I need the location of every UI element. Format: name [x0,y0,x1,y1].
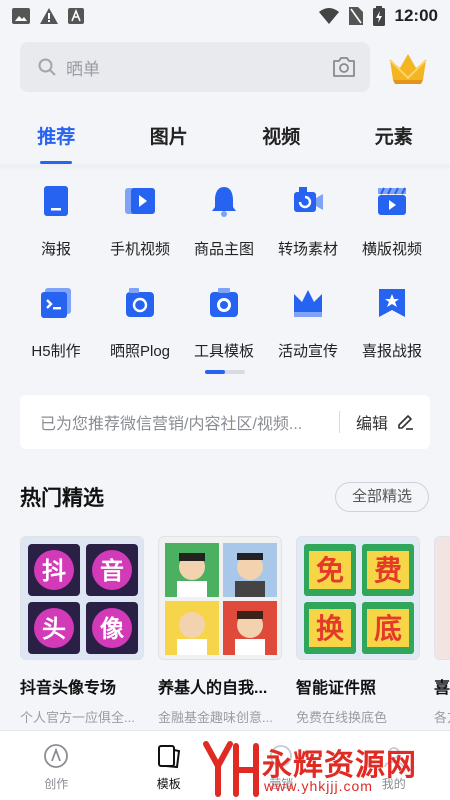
divider [338,411,340,433]
douyin-avatar-thumbnail: 抖 音 头 像 [21,537,143,659]
card-thumbnail: 免 费 换 底 [296,536,420,660]
category-poster[interactable]: 海报 [14,170,98,272]
pager-indicator [205,370,225,374]
tab-images[interactable]: 图片 [113,112,226,164]
category-label: 海报 [40,241,71,258]
category-event-promo[interactable]: 活动宣传 [266,272,350,374]
featured-list: 抖 音 头 像 抖音头像专场 个人官方一应俱全... 养基人的自我... 金融基… [20,536,450,726]
warning-icon [40,8,58,24]
card-title: 养基人的自我... [158,680,268,697]
category-label: 工具模板 [193,343,254,360]
category-label: 晒照Plog [109,343,171,360]
h5-icon [41,288,71,318]
category-label: 手机视频 [109,241,170,258]
category-row: 海报 手机视频 商品主图 转场素材 横版视频 [0,170,450,272]
gallery-notification-icon [12,8,30,24]
category-h5[interactable]: H5制作 [14,272,98,374]
category-grid: 海报 手机视频 商品主图 转场素材 横版视频 H5制作 晒照Plog 工具模板 … [0,170,450,374]
bell-icon [212,187,236,217]
edit-button[interactable]: 编辑 [356,410,414,434]
all-picks-button[interactable]: 全部精选 [335,482,429,512]
vip-crown-icon[interactable] [388,48,428,86]
status-bar: 12:00 [0,0,450,32]
card-title: 智能证件照 [296,680,377,697]
category-label: 喜报战报 [361,343,422,360]
category-label: 转场素材 [277,241,338,258]
category-plog[interactable]: 晒照Plog [98,272,182,374]
watermark: 永辉资源网 www.yhkjjj.com [200,740,450,800]
thumb-char: 免 [316,554,344,587]
category-phone-video[interactable]: 手机视频 [98,170,182,272]
battery-icon [372,6,385,26]
recommend-bar: 已为您推荐微信营销/内容社区/视频... 编辑 [20,395,430,449]
tab-recommend[interactable]: 推荐 [0,112,113,164]
watermark-url: www.yhkjjj.com [264,778,373,794]
category-product-image[interactable]: 商品主图 [182,170,266,272]
no-sim-icon [348,7,363,25]
wifi-icon [318,8,339,24]
category-tabs: 推荐 图片 视频 元素 [0,112,450,164]
thumb-char: 费 [374,554,402,587]
tab-videos[interactable]: 视频 [225,112,338,164]
thumb-char: 底 [374,612,402,645]
search-input[interactable]: 晒单 [20,42,370,92]
thumb-char: 像 [100,615,125,643]
card-subtitle: 各方 [434,710,450,725]
poster-icon [44,186,68,216]
star-flag-icon [379,289,405,317]
edit-label: 编辑 [355,416,388,433]
fund-comic-thumbnail [159,537,281,659]
template-icon [157,745,180,769]
category-label: 商品主图 [193,241,254,258]
category-transition[interactable]: 转场素材 [266,170,350,272]
featured-card[interactable]: 免 费 换 底 智能证件照 免费在线换底色 [296,536,420,726]
card-thumbnail [158,536,282,660]
category-tool-template[interactable]: 工具模板 [182,272,266,374]
camera-transition-icon [294,187,323,212]
search-icon [38,58,56,76]
category-label: 横版视频 [361,241,422,258]
featured-card[interactable]: 抖 音 头 像 抖音头像专场 个人官方一应俱全... [20,536,144,726]
camera-icon[interactable] [332,56,356,78]
section-title: 热门精选 [20,487,104,510]
card-subtitle: 免费在线换底色 [296,710,388,725]
id-photo-thumbnail: 免 费 换 底 [297,537,419,659]
photo-camera-icon [126,288,154,317]
card-thumbnail [434,536,450,660]
recommend-text: 已为您推荐微信营销/内容社区/视频... [40,416,303,433]
category-label: 活动宣传 [277,343,338,360]
thumb-char: 抖 [42,557,66,585]
category-good-news[interactable]: 喜报战报 [350,272,434,374]
card-title: 抖音头像专场 [20,680,117,697]
crown-icon [294,290,322,317]
thumb-char: 音 [100,557,124,585]
status-time: 12:00 [394,6,438,25]
category-landscape-video[interactable]: 横版视频 [350,170,434,272]
card-subtitle: 金融基金趣味创意... [158,710,273,725]
card-subtitle: 个人官方一应俱全... [20,710,135,725]
font-app-icon [68,8,84,24]
card-thumbnail: 抖 音 头 像 [20,536,144,660]
featured-card[interactable]: 喜 各方 [434,536,450,726]
clapperboard-icon [378,187,406,215]
category-pager [205,370,245,374]
category-label: H5制作 [31,343,81,360]
nav-label: 创作 [44,777,69,791]
watermark-logo [203,741,259,797]
tab-elements[interactable]: 元素 [338,112,450,164]
pencil-icon [398,415,413,430]
thumb-char: 换 [316,612,345,645]
card-title: 喜 [434,680,450,697]
thumb-char: 头 [42,615,66,643]
compass-icon [44,744,69,768]
featured-card[interactable]: 养基人的自我... 金融基金趣味创意... [158,536,282,726]
nav-create[interactable]: 创作 [0,731,113,800]
shutter-icon [210,288,238,317]
phone-video-icon [125,188,155,214]
search-placeholder: 晒单 [66,59,100,79]
category-row: H5制作 晒照Plog 工具模板 活动宣传 喜报战报 [0,272,450,374]
